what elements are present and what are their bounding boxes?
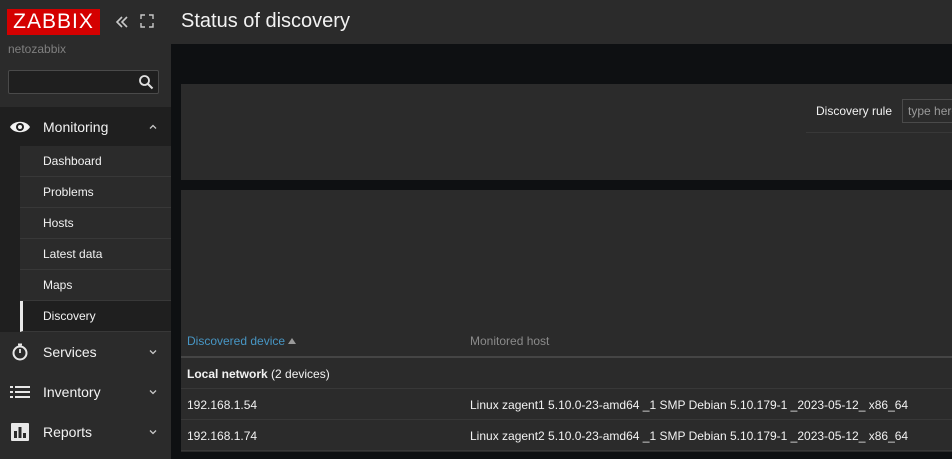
sidebar-item-problems[interactable]: Problems	[20, 177, 171, 208]
table-row: 192.168.1.54 Linux zagent1 5.10.0-23-amd…	[181, 389, 952, 420]
list-icon	[9, 381, 31, 403]
search-box	[8, 70, 159, 94]
sidebar-item-hosts[interactable]: Hosts	[20, 208, 171, 239]
menu-section-services[interactable]: Services	[0, 332, 171, 372]
search-icon[interactable]	[138, 74, 154, 90]
table-group-row: Local network (2 devices)	[181, 358, 952, 389]
column-header-discovered-device[interactable]: Discovered device	[187, 334, 297, 348]
menu-section-label: Services	[43, 344, 97, 360]
discovery-table: Discovered device Monitored host Local n…	[181, 190, 952, 452]
filter-panel: Discovery rule type here	[181, 84, 952, 180]
chevron-down-icon	[149, 430, 157, 435]
sidebar-item-discovery[interactable]: Discovery	[20, 301, 171, 332]
sidebar-item-latest-data[interactable]: Latest data	[20, 239, 171, 270]
table-row: 192.168.1.74 Linux zagent2 5.10.0-23-amd…	[181, 420, 952, 451]
column-header-monitored-host: Monitored host	[470, 334, 550, 348]
menu-section-reports[interactable]: Reports	[0, 412, 171, 452]
stopwatch-icon	[9, 341, 31, 363]
menu-section-label: Reports	[43, 424, 93, 440]
app-window: ZABBIX netozabbix Monitoring Dashboard P…	[0, 0, 952, 459]
discovery-rule-input[interactable]: type here	[902, 99, 952, 123]
monitored-host-cell: Linux zagent1 5.10.0-23-amd64 _1 SMP Deb…	[470, 398, 909, 412]
sidebar-item-maps[interactable]: Maps	[20, 270, 171, 301]
group-name: Local network	[187, 367, 268, 381]
sidebar-item-dashboard[interactable]: Dashboard	[20, 146, 171, 177]
server-name: netozabbix	[8, 42, 67, 56]
menu-section-label: Inventory	[43, 384, 101, 400]
menu-section-monitoring[interactable]: Monitoring	[0, 107, 171, 146]
discovery-rule-label: Discovery rule	[816, 104, 893, 118]
main-content: Status of discovery Discovery rule type …	[171, 0, 952, 459]
discovered-device-cell: 192.168.1.54	[187, 398, 258, 412]
collapse-sidebar-icon[interactable]	[114, 14, 130, 30]
menu-section-label: Monitoring	[43, 118, 109, 135]
discovered-device-cell: 192.168.1.74	[187, 429, 258, 443]
sidebar: ZABBIX netozabbix Monitoring Dashboard P…	[0, 0, 171, 459]
column-header-label: Discovered device	[187, 334, 286, 348]
filter-divider	[806, 132, 952, 133]
zabbix-logo[interactable]: ZABBIX	[7, 9, 100, 35]
bar-chart-icon	[9, 421, 31, 443]
kiosk-mode-icon[interactable]	[140, 14, 154, 28]
chevron-down-icon	[149, 350, 157, 355]
chevron-down-icon	[149, 390, 157, 395]
monitored-host-cell: Linux zagent2 5.10.0-23-amd64 _1 SMP Deb…	[470, 429, 909, 443]
page-title: Status of discovery	[181, 10, 350, 32]
monitoring-submenu: Dashboard Problems Hosts Latest data Map…	[0, 146, 171, 332]
menu-section-inventory[interactable]: Inventory	[0, 372, 171, 412]
search-input[interactable]	[9, 71, 129, 93]
group-device-count: (2 devices)	[271, 367, 330, 381]
eye-icon	[9, 116, 31, 138]
page-header: Status of discovery	[171, 0, 952, 44]
sort-ascending-icon	[288, 338, 297, 344]
chevron-up-icon	[149, 124, 157, 129]
main-menu: Monitoring Dashboard Problems Hosts Late…	[0, 107, 171, 452]
